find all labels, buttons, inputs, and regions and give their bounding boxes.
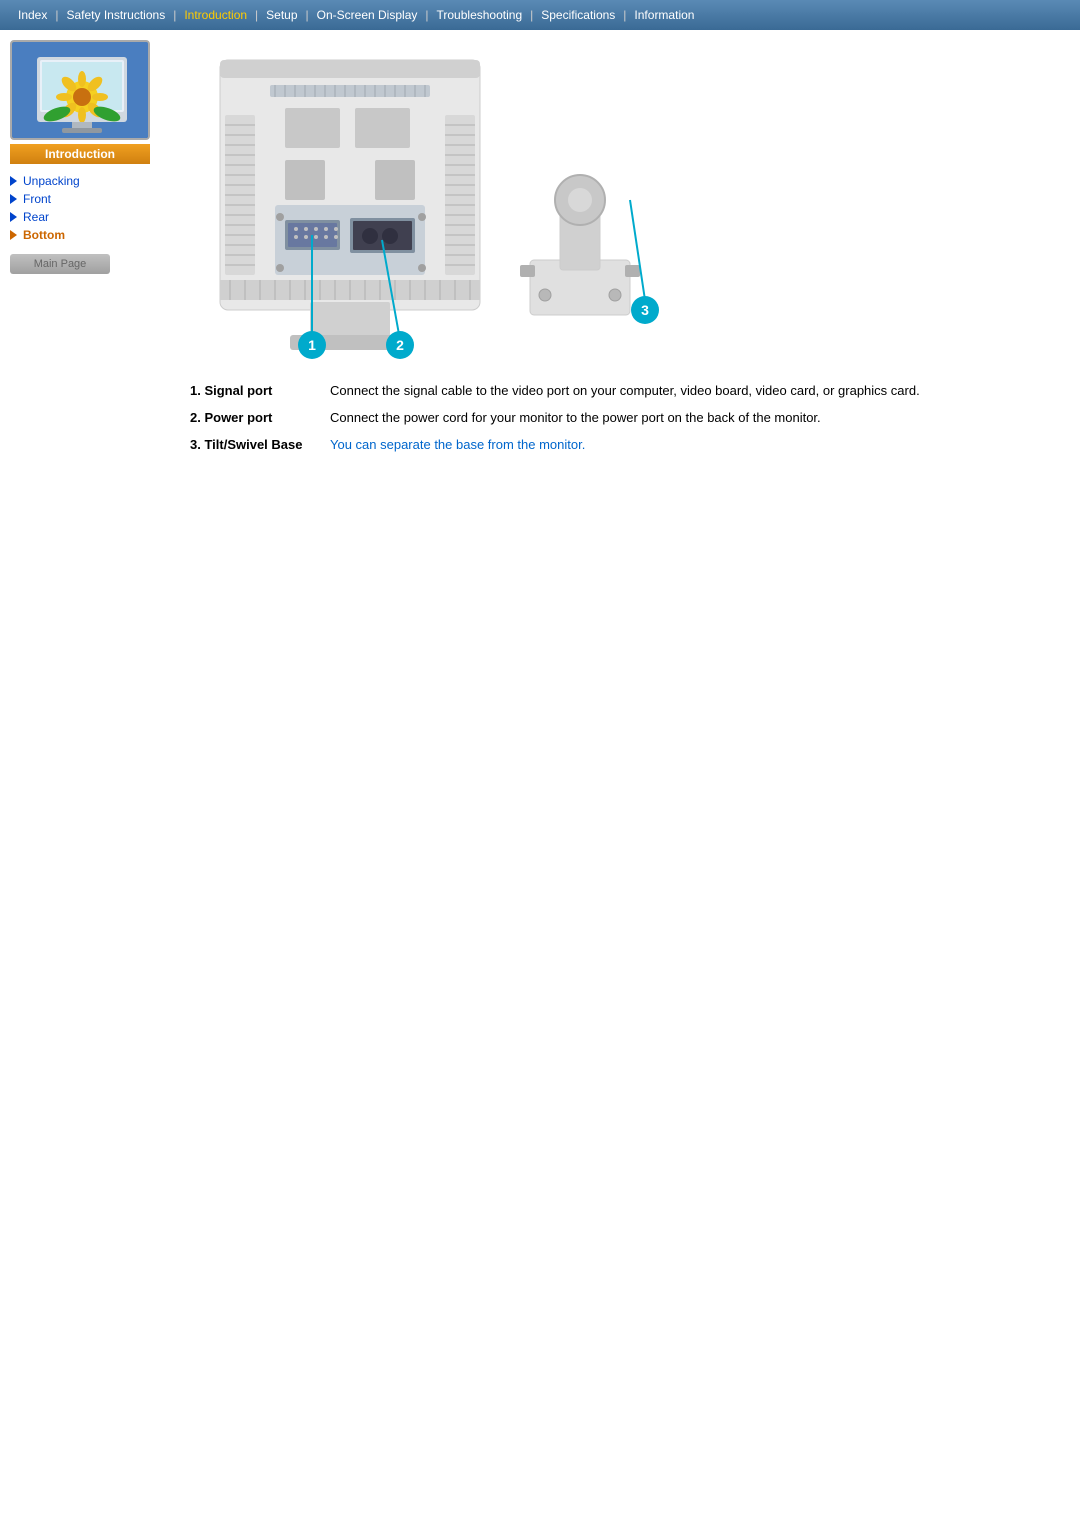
desc-text-1: Connect the signal cable to the video po… [330, 383, 920, 398]
main-page-button[interactable]: Main Page [10, 254, 110, 274]
arrow-icon-unpacking [10, 176, 17, 186]
sidebar-item-rear[interactable]: Rear [10, 210, 170, 224]
desc-row-2: 2. Power port Connect the power cord for… [190, 410, 1060, 425]
sidebar-item-bottom[interactable]: Bottom [10, 228, 170, 242]
arrow-icon-front [10, 194, 17, 204]
base-side-diagram: 3 [500, 130, 660, 333]
svg-text:1: 1 [308, 337, 316, 353]
desc-row-3: 3. Tilt/Swivel Base You can separate the… [190, 437, 1060, 452]
desc-label-3: 3. Tilt/Swivel Base [190, 437, 320, 452]
sidebar-image [10, 40, 150, 140]
sidebar-monitor-svg [12, 42, 150, 140]
sidebar-item-front[interactable]: Front [10, 192, 170, 206]
nav-item-setup[interactable]: Setup [258, 6, 305, 24]
svg-text:2: 2 [396, 337, 404, 353]
arrow-icon-bottom [10, 230, 17, 240]
nav-item-information[interactable]: Information [626, 6, 702, 24]
sidebar-item-unpacking[interactable]: Unpacking [10, 174, 170, 188]
monitor-back-svg: 1 2 [190, 40, 510, 360]
nav-item-osd[interactable]: On-Screen Display [309, 6, 426, 24]
nav-item-safety[interactable]: Safety Instructions [58, 6, 173, 24]
diagram-container: 1 2 [190, 40, 1060, 363]
desc-label-1: 1. Signal port [190, 383, 320, 398]
sidebar-section-label: Introduction [10, 144, 150, 164]
sidebar: Introduction Unpacking Front Rear [10, 40, 170, 464]
arrow-icon-rear [10, 212, 17, 222]
desc-text-3[interactable]: You can separate the base from the monit… [330, 437, 585, 452]
nav-item-troubleshooting[interactable]: Troubleshooting [429, 6, 531, 24]
nav-bar: Index | Safety Instructions | Introducti… [0, 0, 1080, 30]
desc-text-2: Connect the power cord for your monitor … [330, 410, 821, 425]
base-side-svg: 3 [500, 130, 660, 330]
sidebar-nav: Unpacking Front Rear Bottom [10, 174, 170, 242]
svg-text:3: 3 [641, 302, 649, 318]
monitor-back-diagram: 1 2 [190, 40, 510, 363]
main-container: Introduction Unpacking Front Rear [0, 30, 1080, 474]
descriptions: 1. Signal port Connect the signal cable … [190, 383, 1060, 452]
nav-item-specifications[interactable]: Specifications [533, 6, 623, 24]
desc-label-2: 2. Power port [190, 410, 320, 425]
nav-item-introduction[interactable]: Introduction [176, 6, 255, 24]
desc-row-1: 1. Signal port Connect the signal cable … [190, 383, 1060, 398]
nav-item-index[interactable]: Index [10, 6, 55, 24]
main-content: 1 2 [180, 40, 1070, 464]
